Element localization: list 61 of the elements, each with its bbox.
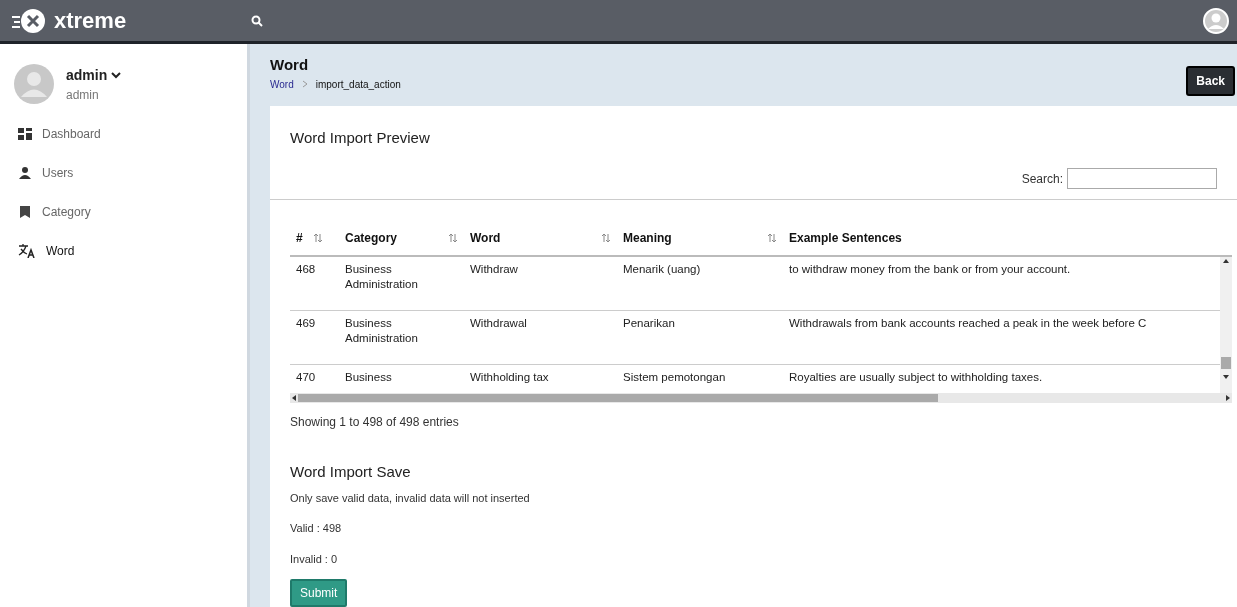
column-header[interactable]: # bbox=[290, 229, 345, 247]
chevron-right-icon bbox=[301, 80, 308, 88]
table-cell: Menarik (uang) bbox=[623, 263, 701, 275]
scrollbar-thumb[interactable] bbox=[298, 394, 938, 402]
table-cell: 469 bbox=[296, 317, 316, 329]
sort-icon[interactable] bbox=[767, 233, 777, 243]
user-icon bbox=[18, 166, 32, 179]
breadcrumb-link[interactable]: Word bbox=[270, 76, 294, 92]
table-cell: Business bbox=[345, 371, 392, 383]
bookmark-icon bbox=[18, 205, 32, 218]
right-arrow-icon[interactable] bbox=[1224, 394, 1232, 402]
down-arrow-icon[interactable] bbox=[1222, 373, 1230, 381]
column-header[interactable]: Word bbox=[470, 229, 623, 247]
breadcrumb-current: import_data_action bbox=[315, 77, 401, 92]
brand-name: xtreme bbox=[54, 7, 127, 35]
table-cell: Penarikan bbox=[623, 317, 675, 329]
table-cell: Withholding tax bbox=[470, 371, 549, 383]
table-cell: Business Administration bbox=[345, 263, 418, 290]
sort-icon[interactable] bbox=[601, 233, 611, 243]
sidebar-item[interactable]: Dashboard bbox=[0, 114, 247, 153]
page-title: Word bbox=[270, 55, 310, 75]
invalid-count: Invalid : 0 bbox=[290, 551, 339, 567]
valid-count: Valid : 498 bbox=[290, 521, 343, 536]
scrollbar[interactable] bbox=[1220, 257, 1232, 393]
table-cell: Withdraw bbox=[470, 263, 518, 275]
search-field[interactable] bbox=[1067, 168, 1217, 189]
translate-icon bbox=[18, 243, 36, 258]
card-title: Word Import Preview bbox=[290, 129, 430, 146]
sidebar-item[interactable]: Users bbox=[0, 153, 247, 192]
dashboard-icon bbox=[18, 127, 32, 140]
column-header[interactable]: Meaning bbox=[623, 229, 789, 247]
sort-icon[interactable] bbox=[312, 233, 323, 243]
table-cell: 468 bbox=[296, 263, 316, 275]
avatar-icon bbox=[14, 64, 54, 104]
table-cell: Business Administration bbox=[345, 317, 418, 344]
table-cell: Withdrawals from bank accounts reached a peak in the week before C bbox=[789, 317, 1147, 329]
sidebar-item[interactable]: Word bbox=[0, 231, 247, 270]
user-role: admin bbox=[66, 86, 100, 104]
chevron-icon[interactable] bbox=[111, 71, 122, 79]
back-button[interactable]: Back bbox=[1186, 66, 1235, 96]
logo-icon bbox=[12, 7, 46, 34]
search-label: Search: bbox=[1021, 170, 1063, 188]
table-cell: Withdrawal bbox=[470, 317, 527, 329]
avatar-icon[interactable] bbox=[1203, 7, 1229, 34]
note-text: Only save valid data, invalid data will not inserted bbox=[290, 490, 531, 506]
user-name[interactable]: admin bbox=[66, 64, 108, 86]
sort-icon[interactable] bbox=[448, 233, 458, 243]
scrollbar[interactable] bbox=[290, 393, 1232, 403]
left-arrow-icon[interactable] bbox=[290, 394, 298, 402]
entries-info: Showing 1 to 498 of 498 entries bbox=[290, 414, 460, 431]
sidebar-item[interactable]: Category bbox=[0, 192, 247, 231]
column-header: Example Sentences bbox=[789, 230, 903, 247]
column-header[interactable]: Category bbox=[345, 229, 470, 247]
table-cell: Sistem pemotongan bbox=[623, 371, 726, 383]
table-cell: Royalties are usually subject to withholding taxes. bbox=[789, 371, 1043, 383]
up-arrow-icon[interactable] bbox=[1222, 257, 1230, 265]
scrollbar-thumb[interactable] bbox=[1221, 357, 1231, 369]
table-cell: 470 bbox=[296, 371, 316, 383]
search-icon[interactable] bbox=[251, 14, 263, 27]
section-title: Word Import Save bbox=[290, 462, 412, 482]
table-cell: to withdraw money from the bank or from your account. bbox=[789, 263, 1071, 275]
